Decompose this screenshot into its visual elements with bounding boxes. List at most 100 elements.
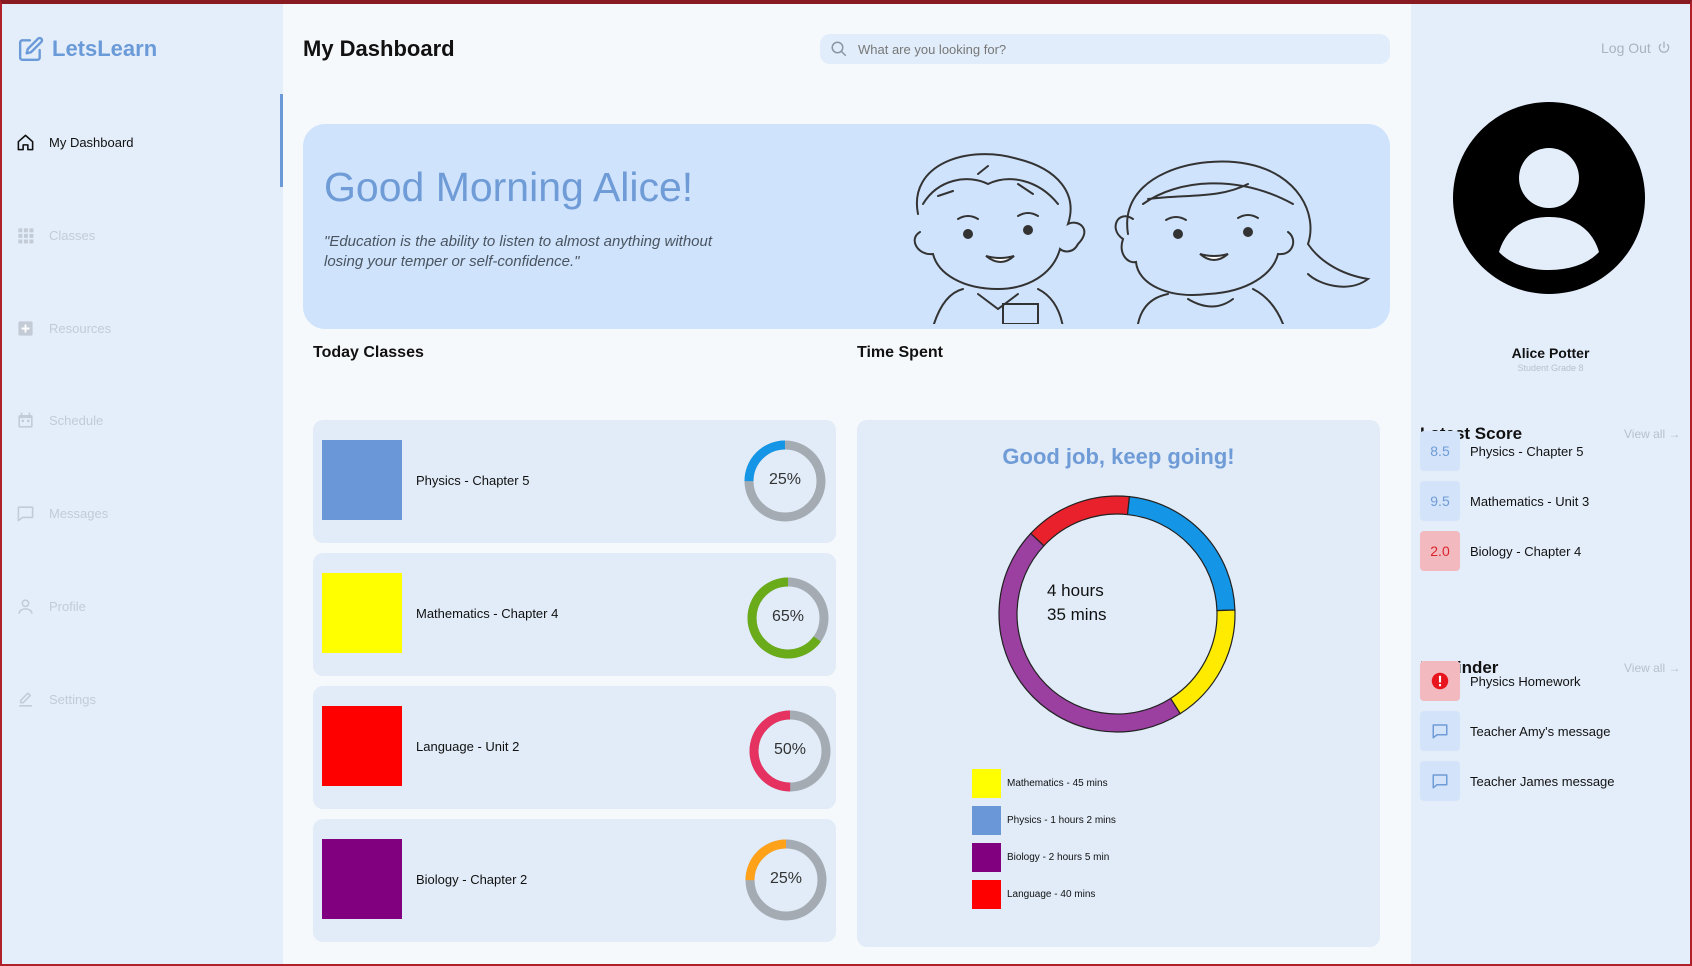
- class-thumbnail: [322, 573, 402, 653]
- legend-label: Physics - 1 hours 2 mins: [1007, 815, 1116, 826]
- reminder-item[interactable]: Physics Homework: [1420, 661, 1581, 701]
- reminder-item[interactable]: Teacher Amy's message: [1420, 711, 1611, 751]
- grid-icon: [18, 227, 34, 243]
- sidebar-item-label: Resources: [49, 320, 112, 336]
- progress-label: 65%: [771, 608, 805, 625]
- reminder-icon-box: [1420, 761, 1460, 801]
- app-name: LetsLearn: [52, 36, 158, 61]
- sidebar-item-label: Profile: [49, 598, 86, 614]
- logout-label: Log Out: [1601, 40, 1651, 56]
- sidebar-item-dashboard[interactable]: My Dashboard: [16, 130, 134, 154]
- score-subject: Mathematics - Unit 3: [1470, 493, 1590, 509]
- reminder-view-all-link[interactable]: View all →: [1624, 661, 1680, 675]
- class-card[interactable]: Biology - Chapter 2 25%: [313, 819, 836, 942]
- plus-box-icon: [18, 320, 33, 336]
- reminder-label: Physics Homework: [1470, 673, 1581, 689]
- sidebar-item-profile[interactable]: Profile: [16, 594, 86, 618]
- score-subject: Biology - Chapter 4: [1470, 543, 1582, 559]
- donut-slice-mathematics: [1169, 609, 1236, 715]
- class-thumbnail: [322, 706, 402, 786]
- score-value: 8.5: [1420, 431, 1460, 471]
- message-icon: [1432, 774, 1448, 789]
- class-name: Mathematics - Chapter 4: [416, 606, 559, 621]
- donut-slice-biology: [998, 532, 1182, 733]
- score-item[interactable]: 2.0 Biology - Chapter 4: [1420, 531, 1581, 571]
- score-value: 9.5: [1420, 481, 1460, 521]
- today-classes-title: Today Classes: [313, 344, 424, 361]
- time-spent-title: Time Spent: [857, 344, 943, 361]
- progress-label: 50%: [773, 741, 807, 758]
- encouragement-text: Good job, keep going!: [1002, 444, 1235, 469]
- main-content: My Dashboard Good Morning Alice! "Educat…: [283, 4, 1411, 964]
- reminder-label: Teacher Amy's message: [1470, 723, 1611, 739]
- reminder-label: Teacher James message: [1470, 773, 1615, 789]
- class-name: Biology - Chapter 2: [416, 872, 528, 887]
- sidebar-item-settings[interactable]: Settings: [16, 687, 96, 711]
- sidebar-item-label: Messages: [49, 505, 109, 521]
- pencil-icon: [19, 691, 32, 707]
- profile-panel: Log Out Alice Potter Student Grade 8 Lat…: [1411, 4, 1690, 964]
- total-time-hours: 4 hours: [1047, 581, 1104, 600]
- legend-swatch: [972, 769, 1001, 798]
- message-icon: [1432, 724, 1448, 739]
- search-bar[interactable]: [820, 34, 1390, 64]
- legend-item: Physics - 1 hours 2 mins: [972, 802, 1116, 839]
- score-subject: Physics - Chapter 5: [1470, 443, 1584, 459]
- legend-item: Mathematics - 45 mins: [972, 765, 1116, 802]
- app-logo[interactable]: LetsLearn: [18, 36, 157, 62]
- progress-label: 25%: [769, 870, 803, 887]
- sidebar-item-classes[interactable]: Classes: [16, 223, 95, 247]
- class-card[interactable]: Physics - Chapter 5 25%: [313, 420, 836, 543]
- class-card[interactable]: Language - Unit 2 50%: [313, 686, 836, 809]
- class-thumbnail: [322, 440, 402, 520]
- sidebar-item-label: Settings: [49, 691, 96, 707]
- reminder-item[interactable]: Teacher James message: [1420, 761, 1615, 801]
- legend-swatch: [972, 843, 1001, 872]
- search-icon: [831, 41, 847, 57]
- legend-swatch: [972, 806, 1001, 835]
- user-name: Alice Potter: [1511, 345, 1590, 361]
- legend-label: Biology - 2 hours 5 min: [1007, 852, 1110, 863]
- sidebar-item-label: Classes: [49, 227, 96, 243]
- legend-swatch: [972, 880, 1001, 909]
- legend-label: Mathematics - 45 mins: [1007, 778, 1108, 789]
- avatar[interactable]: [1453, 102, 1645, 294]
- sidebar-item-schedule[interactable]: Schedule: [16, 408, 103, 432]
- search-input[interactable]: [858, 41, 1358, 57]
- sidebar: LetsLearn My Dashboard Classes Resources…: [2, 4, 283, 964]
- score-item[interactable]: 9.5 Mathematics - Unit 3: [1420, 481, 1589, 521]
- sidebar-item-messages[interactable]: Messages: [16, 501, 108, 525]
- class-name: Physics - Chapter 5: [416, 473, 530, 488]
- page-title: My Dashboard: [303, 36, 455, 61]
- time-spent-card: Good job, keep going! 4 hours 35 mins Ma…: [857, 420, 1380, 947]
- greeting-banner: Good Morning Alice! "Education is the ab…: [303, 124, 1390, 329]
- sidebar-item-resources[interactable]: Resources: [16, 316, 111, 340]
- donut-slice-language: [1029, 495, 1130, 547]
- reminder-icon-box: [1420, 661, 1460, 701]
- logout-button[interactable]: Log Out: [1601, 40, 1671, 56]
- greeting-text: Good Morning Alice!: [324, 164, 694, 210]
- class-name: Language - Unit 2: [416, 739, 520, 754]
- latest-score-view-all-link[interactable]: View all →: [1624, 427, 1680, 441]
- score-item[interactable]: 8.5 Physics - Chapter 5: [1420, 431, 1583, 471]
- reminder-icon-box: [1420, 711, 1460, 751]
- total-time: 4 hours 35 mins: [1047, 579, 1177, 627]
- chat-icon: [17, 505, 34, 521]
- progress-label: 25%: [768, 471, 802, 488]
- sidebar-item-label: Schedule: [49, 412, 104, 428]
- calendar-icon: [18, 412, 33, 428]
- alert-icon: [1431, 672, 1449, 690]
- sidebar-item-label: My Dashboard: [49, 134, 134, 150]
- score-value: 2.0: [1420, 531, 1460, 571]
- children-illustration: [913, 153, 1371, 324]
- edit-icon: [18, 36, 44, 62]
- legend-label: Language - 40 mins: [1007, 889, 1096, 900]
- class-thumbnail: [322, 839, 402, 919]
- total-time-mins: 35 mins: [1047, 605, 1107, 624]
- user-role: Student Grade 8: [1517, 363, 1584, 373]
- power-icon: [1658, 41, 1670, 53]
- quote-text: "Education is the ability to listen to a…: [324, 233, 713, 270]
- person-icon: [18, 598, 33, 614]
- home-icon: [17, 134, 34, 150]
- class-card[interactable]: Mathematics - Chapter 4 65%: [313, 553, 836, 676]
